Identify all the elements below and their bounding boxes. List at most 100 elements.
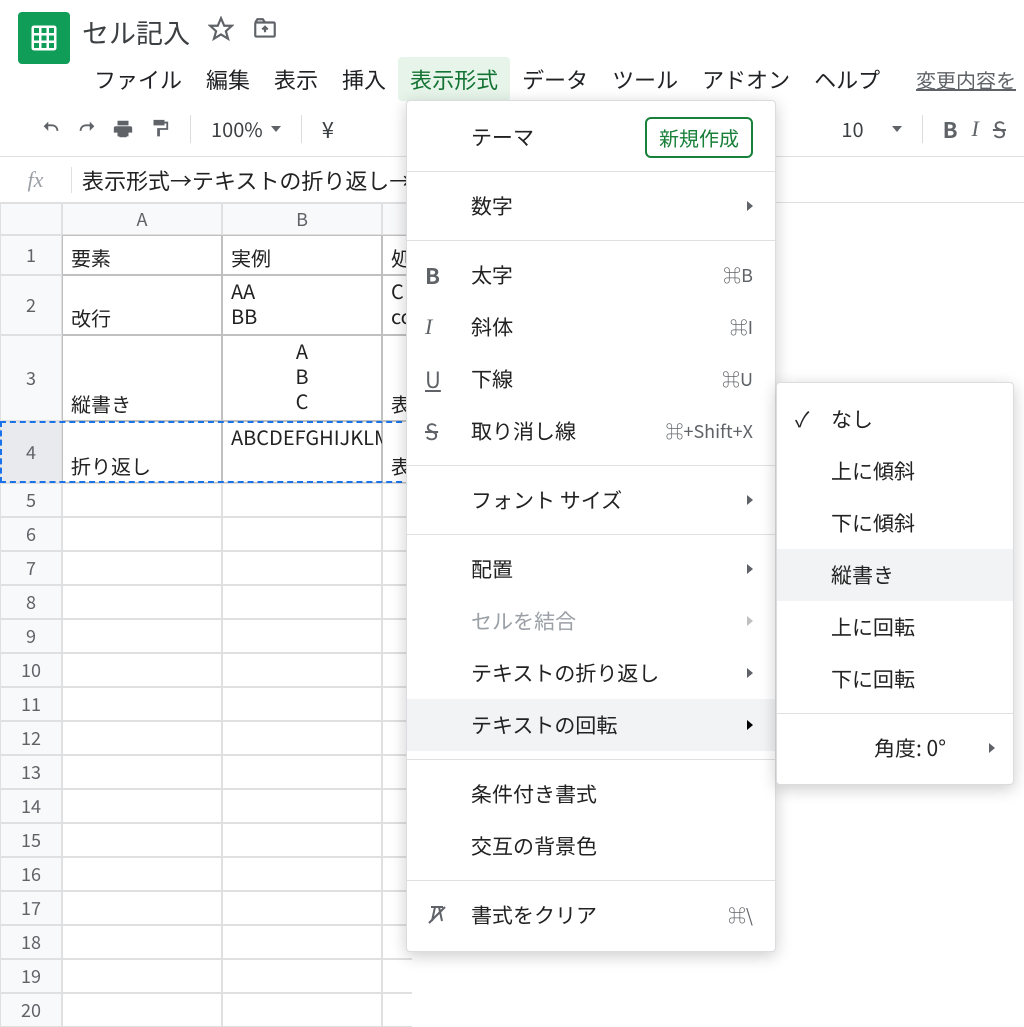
cell-A2[interactable]: 改行 (62, 275, 222, 335)
cell-B18[interactable] (222, 925, 382, 959)
italic-button[interactable]: I (972, 116, 979, 142)
cell-B7[interactable] (222, 551, 382, 585)
menu-edit[interactable]: 編集 (194, 57, 262, 101)
submenu-item-angle[interactable]: 角度: 0° (777, 722, 1013, 774)
menu-item-clear-format[interactable]: 書式をクリア ⌘\ (407, 889, 775, 941)
menu-item-fontsize[interactable]: フォント サイズ (407, 474, 775, 526)
cell-A19[interactable] (62, 959, 222, 993)
menu-insert[interactable]: 挿入 (330, 57, 398, 101)
row-header-7[interactable]: 7 (0, 551, 62, 585)
row-header-19[interactable]: 19 (0, 959, 62, 993)
row-header-2[interactable]: 2 (0, 275, 62, 335)
cell-A5[interactable] (62, 483, 222, 517)
currency-button[interactable]: ¥ (322, 113, 334, 145)
row-header-20[interactable]: 20 (0, 993, 62, 1027)
move-to-drive-icon[interactable] (252, 16, 278, 47)
cell-B5[interactable] (222, 483, 382, 517)
menu-item-underline[interactable]: U 下線 ⌘U (407, 353, 775, 405)
row-header-13[interactable]: 13 (0, 755, 62, 789)
redo-icon[interactable] (76, 118, 98, 140)
menu-item-italic[interactable]: I 斜体 ⌘I (407, 301, 775, 353)
menu-data[interactable]: データ (510, 57, 600, 101)
print-icon[interactable] (112, 118, 134, 140)
row-header-11[interactable]: 11 (0, 687, 62, 721)
fx-icon[interactable]: fx (0, 167, 72, 193)
cell-A16[interactable] (62, 857, 222, 891)
row-header-18[interactable]: 18 (0, 925, 62, 959)
row-header-15[interactable]: 15 (0, 823, 62, 857)
cell-B17[interactable] (222, 891, 382, 925)
row-header-6[interactable]: 6 (0, 517, 62, 551)
select-all-corner[interactable] (0, 203, 62, 235)
sheets-app-icon[interactable] (18, 12, 70, 64)
cell-A20[interactable] (62, 993, 222, 1027)
row-header-9[interactable]: 9 (0, 619, 62, 653)
cell-A8[interactable] (62, 585, 222, 619)
star-icon[interactable] (208, 16, 234, 47)
menu-help[interactable]: ヘルプ (802, 57, 892, 101)
cell-B20[interactable] (222, 993, 382, 1027)
cell-A11[interactable] (62, 687, 222, 721)
menu-item-alternating-colors[interactable]: 交互の背景色 (407, 820, 775, 872)
submenu-item-tilt-down[interactable]: 下に傾斜 (777, 497, 1013, 549)
strikethrough-button[interactable]: S (993, 113, 1006, 145)
cell-B9[interactable] (222, 619, 382, 653)
cell-A15[interactable] (62, 823, 222, 857)
cell-A13[interactable] (62, 755, 222, 789)
cell-A17[interactable] (62, 891, 222, 925)
cell-A4[interactable]: 折り返し (62, 421, 222, 483)
submenu-item-vertical[interactable]: 縦書き (777, 549, 1013, 601)
submenu-item-none[interactable]: ✓ なし (777, 393, 1013, 445)
cell-B16[interactable] (222, 857, 382, 891)
undo-icon[interactable] (40, 118, 62, 140)
row-header-1[interactable]: 1 (0, 235, 62, 275)
document-title[interactable]: セル記入 (82, 12, 190, 51)
row-header-12[interactable]: 12 (0, 721, 62, 755)
row-header-16[interactable]: 16 (0, 857, 62, 891)
cell-B13[interactable] (222, 755, 382, 789)
menu-history[interactable]: 変更内容を (904, 59, 1016, 100)
row-header-5[interactable]: 5 (0, 483, 62, 517)
menu-item-number[interactable]: 数字 (407, 180, 775, 232)
row-header-4[interactable]: 4 (0, 421, 62, 483)
cell-A1[interactable]: 要素 (62, 235, 222, 275)
cell-A3[interactable]: 縦書き (62, 335, 222, 421)
submenu-item-rotate-up[interactable]: 上に回転 (777, 601, 1013, 653)
font-size-select[interactable]: 10 (841, 114, 901, 143)
cell-A14[interactable] (62, 789, 222, 823)
menu-addons[interactable]: アドオン (690, 57, 802, 101)
menu-item-bold[interactable]: B 太字 ⌘B (407, 249, 775, 301)
menu-tools[interactable]: ツール (600, 57, 690, 101)
cell-A12[interactable] (62, 721, 222, 755)
row-header-17[interactable]: 17 (0, 891, 62, 925)
row-header-3[interactable]: 3 (0, 335, 62, 421)
menu-item-wrap[interactable]: テキストの折り返し (407, 647, 775, 699)
cell-B11[interactable] (222, 687, 382, 721)
cell-B19[interactable] (222, 959, 382, 993)
paint-format-icon[interactable] (148, 118, 170, 140)
cell-B15[interactable] (222, 823, 382, 857)
cell-B3[interactable]: A B C (222, 335, 382, 421)
cell-A9[interactable] (62, 619, 222, 653)
cell-A10[interactable] (62, 653, 222, 687)
menu-item-align[interactable]: 配置 (407, 543, 775, 595)
cell-B4[interactable]: ABCDEFGHIJKLMNOPQRSTU (222, 421, 382, 483)
menu-item-theme[interactable]: テーマ 新規作成 (407, 111, 775, 163)
row-header-14[interactable]: 14 (0, 789, 62, 823)
menu-item-rotate[interactable]: テキストの回転 (407, 699, 775, 751)
cell-B1[interactable]: 実例 (222, 235, 382, 275)
column-header-A[interactable]: A (62, 203, 222, 235)
cell-C19[interactable] (382, 959, 412, 993)
menu-view[interactable]: 表示 (262, 57, 330, 101)
row-header-10[interactable]: 10 (0, 653, 62, 687)
cell-B8[interactable] (222, 585, 382, 619)
submenu-item-tilt-up[interactable]: 上に傾斜 (777, 445, 1013, 497)
cell-A7[interactable] (62, 551, 222, 585)
row-header-8[interactable]: 8 (0, 585, 62, 619)
column-header-B[interactable]: B (222, 203, 382, 235)
cell-B10[interactable] (222, 653, 382, 687)
cell-B12[interactable] (222, 721, 382, 755)
menu-item-strikethrough[interactable]: S 取り消し線 ⌘+Shift+X (407, 405, 775, 457)
cell-C20[interactable] (382, 993, 412, 1027)
cell-A6[interactable] (62, 517, 222, 551)
